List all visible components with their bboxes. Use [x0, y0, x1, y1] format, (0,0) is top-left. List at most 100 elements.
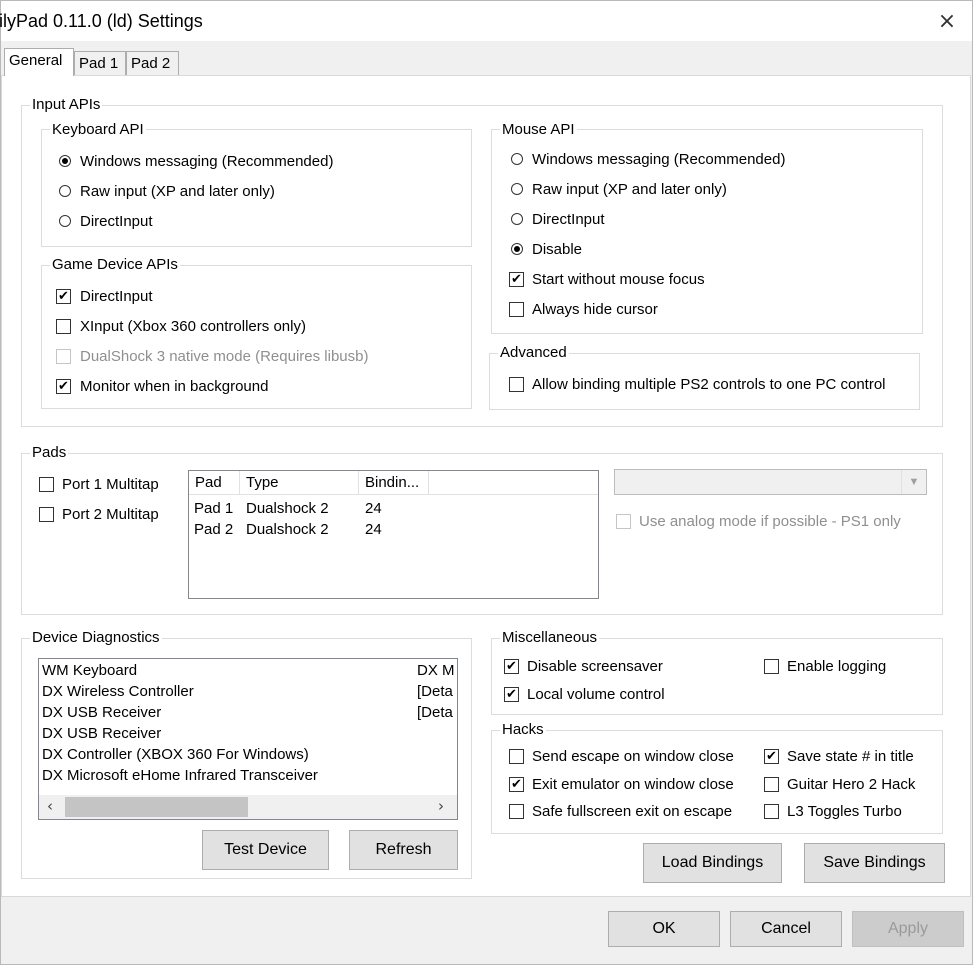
multitap-label: Port 1 Multitap	[62, 476, 159, 493]
advanced-title: Advanced	[498, 344, 569, 362]
advanced-check-label: Allow binding multiple PS2 controls to o…	[532, 376, 886, 393]
device-list-items: WM Keyboard DX M DX Wireless Controller …	[39, 660, 457, 792]
device-name[interactable]: DX Wireless Controller	[42, 681, 194, 702]
table-cell-type: Dualshock 2	[246, 521, 329, 538]
game-device-apis-title: Game Device APIs	[50, 256, 180, 274]
dualshock3-native-checkbox	[56, 349, 71, 364]
mouse-check-label: Always hide cursor	[532, 301, 658, 318]
device-detail: [Deta	[417, 683, 453, 700]
ok-button[interactable]: OK	[608, 911, 720, 947]
l3-toggles-turbo-checkbox[interactable]	[764, 804, 779, 819]
table-row[interactable]: Pad 2 Dualshock 2 24	[189, 519, 598, 540]
settings-dialog: ilyPad 0.11.0 (ld) Settings × General Pa…	[0, 0, 973, 965]
misc-check-label: Local volume control	[527, 686, 665, 703]
directinput-checkbox[interactable]: ✔	[56, 289, 71, 304]
refresh-button[interactable]: Refresh	[349, 830, 458, 870]
pads-list[interactable]: Pad Type Bindin... Pad 1 Dualshock 2 24 …	[188, 470, 599, 599]
mouse-option-label: DirectInput	[532, 211, 605, 228]
mouse-radio-raw-input[interactable]	[511, 183, 523, 195]
device-name[interactable]: DX USB Receiver	[42, 702, 161, 723]
analog-mode-checkbox	[616, 514, 631, 529]
analog-mode-label: Use analog mode if possible - PS1 only	[639, 513, 901, 530]
device-name[interactable]: DX Microsoft eHome Infrared Transceiver	[42, 765, 318, 786]
multitap-label: Port 2 Multitap	[62, 506, 159, 523]
load-bindings-button[interactable]: Load Bindings	[643, 843, 782, 883]
allow-multiple-binding-checkbox[interactable]	[509, 377, 524, 392]
disable-screensaver-checkbox[interactable]: ✔	[504, 659, 519, 674]
table-cell-pad: Pad 1	[194, 500, 234, 517]
misc-check-label: Enable logging	[787, 658, 887, 675]
table-cell-bindings: 24	[365, 500, 382, 517]
column-header-pad[interactable]: Pad	[189, 471, 240, 495]
mouse-option-label: Disable	[532, 241, 583, 258]
keyboard-radio-directinput[interactable]	[59, 215, 71, 227]
chevron-down-icon: ▼	[901, 470, 926, 494]
hacks-check-label: Exit emulator on window close	[532, 776, 734, 793]
device-name[interactable]: DX USB Receiver	[42, 723, 161, 744]
game-device-option-label: XInput (Xbox 360 controllers only)	[80, 318, 306, 335]
xinput-checkbox[interactable]	[56, 319, 71, 334]
test-device-button[interactable]: Test Device	[202, 830, 329, 870]
start-without-mouse-focus-checkbox[interactable]: ✔	[509, 272, 524, 287]
mouse-check-label: Start without mouse focus	[532, 271, 705, 288]
apply-button[interactable]: Apply	[852, 911, 964, 947]
table-cell-pad: Pad 2	[194, 521, 234, 538]
save-bindings-button[interactable]: Save Bindings	[804, 843, 945, 883]
mouse-option-label: Windows messaging (Recommended)	[532, 151, 786, 168]
tab-general[interactable]: General	[4, 48, 74, 76]
monitor-background-checkbox[interactable]: ✔	[56, 379, 71, 394]
mouse-api-title: Mouse API	[500, 121, 577, 139]
always-hide-cursor-checkbox[interactable]	[509, 302, 524, 317]
guitar-hero-hack-checkbox[interactable]	[764, 777, 779, 792]
hacks-title: Hacks	[500, 721, 546, 739]
misc-check-label: Disable screensaver	[527, 658, 663, 675]
device-list-scrollbar[interactable]: ‹ ›	[39, 795, 457, 819]
save-state-in-title-checkbox[interactable]: ✔	[764, 749, 779, 764]
table-cell-bindings: 24	[365, 521, 382, 538]
scroll-left-icon[interactable]: ‹	[47, 795, 53, 817]
hacks-check-label: L3 Toggles Turbo	[787, 803, 902, 820]
enable-logging-checkbox[interactable]	[764, 659, 779, 674]
close-icon[interactable]: ×	[933, 9, 961, 37]
device-detail: [Deta	[417, 704, 453, 721]
exit-emulator-checkbox[interactable]: ✔	[509, 777, 524, 792]
port2-multitap-checkbox[interactable]	[39, 507, 54, 522]
safe-fullscreen-exit-checkbox[interactable]	[509, 804, 524, 819]
mouse-option-label: Raw input (XP and later only)	[532, 181, 727, 198]
title-bar: ilyPad 0.11.0 (ld) Settings ×	[0, 1, 972, 41]
tab-pad-2[interactable]: Pad 2	[126, 51, 179, 75]
pads-title: Pads	[30, 444, 69, 462]
general-tab-panel: Input APIs Keyboard API Windows messagin…	[1, 75, 971, 897]
pad-type-combo: ▼	[614, 469, 927, 495]
table-row[interactable]: Pad 1 Dualshock 2 24	[189, 498, 598, 519]
hacks-check-label: Safe fullscreen exit on escape	[532, 803, 733, 820]
table-cell-type: Dualshock 2	[246, 500, 329, 517]
scroll-right-icon[interactable]: ›	[438, 795, 444, 817]
device-detail: DX M	[417, 662, 455, 679]
hacks-check-label: Guitar Hero 2 Hack	[787, 776, 916, 793]
keyboard-option-label: Raw input (XP and later only)	[80, 183, 275, 200]
device-name[interactable]: DX Controller (XBOX 360 For Windows)	[42, 744, 309, 765]
scrollbar-thumb[interactable]	[65, 797, 248, 817]
keyboard-radio-raw-input[interactable]	[59, 185, 71, 197]
game-device-option-label: DirectInput	[80, 288, 153, 305]
device-list[interactable]: WM Keyboard DX M DX Wireless Controller …	[38, 658, 458, 820]
local-volume-control-checkbox[interactable]: ✔	[504, 687, 519, 702]
game-device-option-label: Monitor when in background	[80, 378, 269, 395]
hacks-check-label: Save state # in title	[787, 748, 914, 765]
window-title: ilyPad 0.11.0 (ld) Settings	[0, 11, 203, 31]
column-header-bindings[interactable]: Bindin...	[359, 471, 429, 495]
port1-multitap-checkbox[interactable]	[39, 477, 54, 492]
cancel-button[interactable]: Cancel	[730, 911, 842, 947]
column-header-type[interactable]: Type	[240, 471, 359, 495]
device-name[interactable]: WM Keyboard	[42, 660, 137, 681]
miscellaneous-title: Miscellaneous	[500, 629, 600, 647]
tab-pad-1[interactable]: Pad 1	[74, 51, 126, 75]
mouse-radio-windows-messaging[interactable]	[511, 153, 523, 165]
keyboard-radio-windows-messaging[interactable]	[59, 155, 71, 167]
device-diagnostics-title: Device Diagnostics	[30, 629, 162, 647]
game-device-option-label: DualShock 3 native mode (Requires libusb…	[80, 348, 369, 365]
send-escape-checkbox[interactable]	[509, 749, 524, 764]
mouse-radio-disable[interactable]	[511, 243, 523, 255]
mouse-radio-directinput[interactable]	[511, 213, 523, 225]
